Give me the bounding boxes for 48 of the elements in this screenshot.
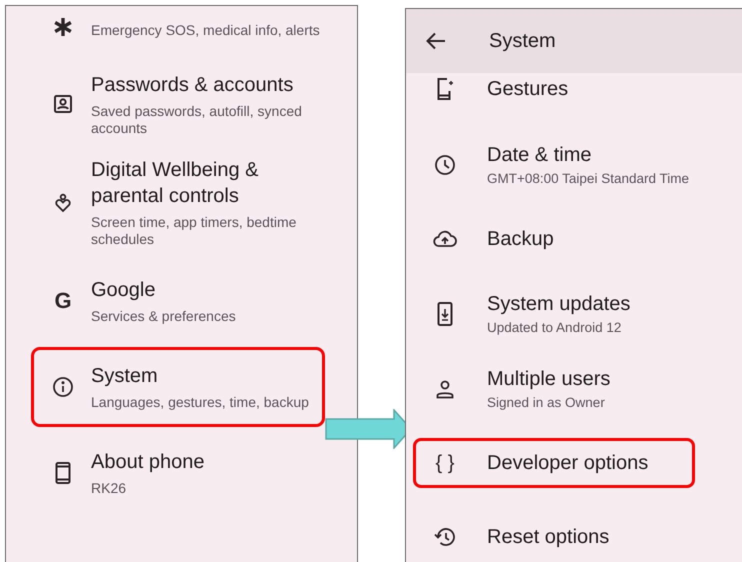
system-item[interactable]: System updates Updated to Android 12 bbox=[413, 288, 734, 339]
settings-item[interactable]: System Languages, gestures, time, backup bbox=[31, 347, 325, 427]
item-title: About phone bbox=[91, 450, 204, 475]
phone-icon bbox=[55, 462, 71, 484]
item-title: Backup bbox=[487, 227, 554, 252]
system-item[interactable]: Gestures bbox=[413, 73, 734, 115]
account-card-icon bbox=[53, 94, 73, 114]
item-subtitle: RK26 bbox=[91, 480, 128, 497]
item-subtitle: Emergency SOS, medical info, alerts bbox=[91, 22, 320, 39]
item-subtitle: Services & preferences bbox=[91, 308, 236, 325]
screen-title: System bbox=[489, 30, 556, 52]
settings-item[interactable]: About phone RK26 bbox=[31, 433, 325, 513]
history-icon bbox=[434, 527, 456, 547]
item-subtitle: Signed in as Owner bbox=[487, 394, 606, 411]
wellbeing-icon bbox=[53, 192, 73, 212]
cloud-upload-icon bbox=[433, 230, 457, 248]
item-subtitle: Saved passwords, autofill, synced accounts bbox=[91, 102, 303, 136]
back-arrow-icon[interactable] bbox=[426, 32, 446, 50]
settings-item[interactable]: Emergency SOS, medical info, alerts bbox=[31, 6, 325, 58]
info-icon bbox=[52, 376, 74, 398]
clock-icon bbox=[434, 154, 456, 176]
item-subtitle: Screen time, app timers, bedtime schedules bbox=[91, 214, 298, 248]
item-title: Digital Wellbeing & parental controls bbox=[91, 158, 260, 209]
item-title: Multiple users bbox=[487, 367, 610, 392]
system-item[interactable]: Backup bbox=[413, 214, 734, 264]
google-icon: G bbox=[54, 289, 72, 313]
item-subtitle: Updated to Android 12 bbox=[487, 319, 622, 336]
system-item[interactable]: Date & time GMT+08:00 Taipei Standard Time bbox=[413, 139, 734, 190]
person-icon bbox=[435, 378, 455, 398]
item-title: System bbox=[91, 364, 159, 389]
phone-download-icon bbox=[437, 302, 453, 326]
item-subtitle: Languages, gestures, time, backup bbox=[91, 394, 309, 411]
item-title: System updates bbox=[487, 292, 630, 317]
system-item[interactable]: Multiple users Signed in as Owner bbox=[413, 363, 734, 414]
asterisk-icon bbox=[53, 17, 73, 37]
item-subtitle: GMT+08:00 Taipei Standard Time bbox=[487, 170, 689, 187]
settings-item[interactable]: Digital Wellbeing & parental controls Screen time, app timers, bedtime schedules bbox=[31, 150, 325, 255]
item-title: Reset options bbox=[487, 525, 610, 550]
system-item[interactable]: { } Developer options bbox=[413, 438, 695, 488]
phone-gesture-icon bbox=[436, 78, 454, 100]
item-title: Google bbox=[91, 278, 156, 303]
item-title: Date & time bbox=[487, 143, 592, 168]
item-title: Developer options bbox=[487, 451, 648, 476]
item-title: Passwords & accounts bbox=[91, 72, 294, 98]
settings-item[interactable]: Passwords & accounts Saved passwords, autofill, synced accounts bbox=[31, 64, 325, 144]
item-title: Gestures bbox=[487, 77, 568, 102]
braces-icon: { } bbox=[436, 451, 454, 475]
system-item[interactable]: Reset options bbox=[413, 512, 734, 562]
